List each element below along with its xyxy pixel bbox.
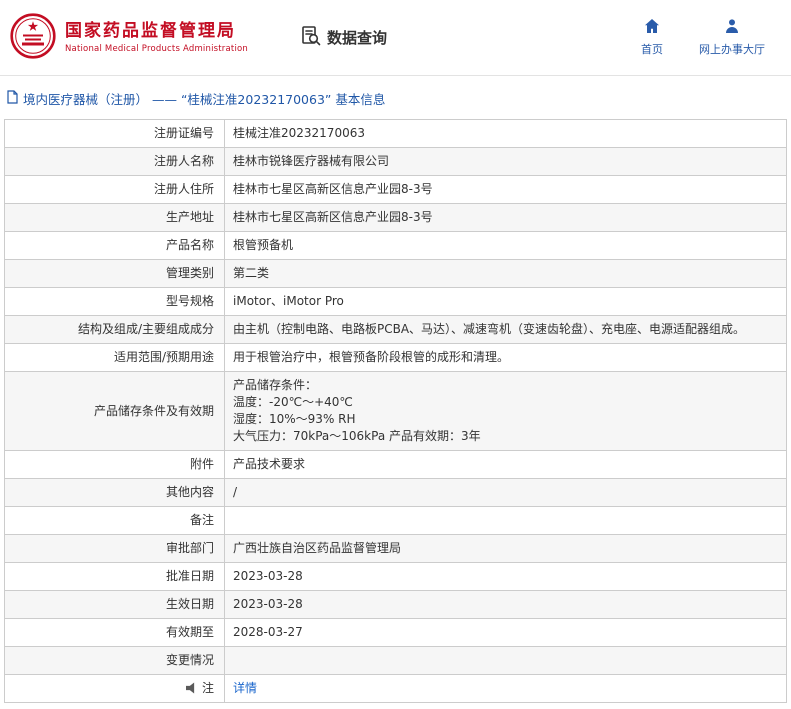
- table-row: 审批部门 广西壮族自治区药品监督管理局: [4, 534, 787, 563]
- row-value: 桂械注准20232170063: [224, 119, 787, 148]
- row-value: /: [224, 478, 787, 507]
- table-row: 其他内容 /: [4, 478, 787, 507]
- nav-service-hall-label: 网上办事大厅: [699, 43, 765, 56]
- row-label: 生产地址: [4, 203, 225, 232]
- row-label: 备注: [4, 506, 225, 535]
- row-label: 产品储存条件及有效期: [4, 371, 225, 451]
- row-value: 产品技术要求: [224, 450, 787, 479]
- row-label: 注: [4, 674, 225, 703]
- table-row: 附件 产品技术要求: [4, 450, 787, 479]
- row-value: 桂林市锐锋医疗器械有限公司: [224, 147, 787, 176]
- registration-info-table: 注册证编号 桂械注准20232170063 注册人名称 桂林市锐锋医疗器械有限公司 注册…: [4, 119, 787, 703]
- row-label: 有效期至: [4, 618, 225, 647]
- table-row: 适用范围/预期用途 用于根管治疗中，根管预备阶段根管的成形和清理。: [4, 343, 787, 372]
- row-label: 产品名称: [4, 231, 225, 260]
- table-row: 生产地址 桂林市七星区高新区信息产业园8-3号: [4, 203, 787, 232]
- header: 国家药品监督管理局 National Medical Products Admi…: [0, 0, 791, 76]
- row-value: [224, 506, 787, 535]
- home-icon: [644, 18, 660, 37]
- row-label: 其他内容: [4, 478, 225, 507]
- row-label: 注册人名称: [4, 147, 225, 176]
- row-value: 由主机（控制电路、电路板PCBA、马达）、减速弯机（变速齿轮盘）、充电座、电源适…: [224, 315, 787, 344]
- detail-link[interactable]: 详情: [233, 681, 257, 695]
- row-value: 广西壮族自治区药品监督管理局: [224, 534, 787, 563]
- row-label: 注册人住所: [4, 175, 225, 204]
- row-value: 桂林市七星区高新区信息产业园8-3号: [224, 203, 787, 232]
- row-value: 根管预备机: [224, 231, 787, 260]
- registration-info-section: 注册证编号 桂械注准20232170063 注册人名称 桂林市锐锋医疗器械有限公司 注册…: [0, 119, 791, 709]
- row-value: 用于根管治疗中，根管预备阶段根管的成形和清理。: [224, 343, 787, 372]
- table-row: 批准日期 2023-03-28: [4, 562, 787, 591]
- announcement-icon: [185, 682, 195, 694]
- info-table-body: 注册证编号 桂械注准20232170063 注册人名称 桂林市锐锋医疗器械有限公司 注册…: [4, 119, 787, 703]
- table-row: 生效日期 2023-03-28: [4, 590, 787, 619]
- breadcrumb: 境内医疗器械（注册） —— “桂械注准20232170063” 基本信息: [0, 76, 791, 119]
- row-label: 变更情况: [4, 646, 225, 675]
- agency-title-en: National Medical Products Administration: [65, 44, 248, 54]
- row-value: 2028-03-27: [224, 618, 787, 647]
- header-nav: 首页 网上办事大厅: [641, 18, 775, 57]
- nmpa-emblem-logo: [10, 13, 56, 62]
- data-query-label: 数据查询: [327, 29, 388, 47]
- nav-home-label: 首页: [641, 43, 663, 56]
- row-label: 注册证编号: [4, 119, 225, 148]
- nav-service-hall[interactable]: 网上办事大厅: [699, 18, 765, 57]
- row-label: 管理类别: [4, 259, 225, 288]
- table-row: 结构及组成/主要组成成分 由主机（控制电路、电路板PCBA、马达）、减速弯机（变速…: [4, 315, 787, 344]
- agency-title-cn: 国家药品监督管理局: [65, 21, 236, 41]
- breadcrumb-text: 境内医疗器械（注册） —— “桂械注准20232170063” 基本信息: [23, 92, 386, 107]
- row-value: iMotor、iMotor Pro: [224, 287, 787, 316]
- row-label: 结构及组成/主要组成成分: [4, 315, 225, 344]
- table-row: 注册人住所 桂林市七星区高新区信息产业园8-3号: [4, 175, 787, 204]
- nav-data-query[interactable]: 数据查询: [300, 25, 387, 51]
- table-row: 管理类别 第二类: [4, 259, 787, 288]
- data-query-icon: [300, 25, 322, 51]
- row-value: 2023-03-28: [224, 562, 787, 591]
- row-label: 审批部门: [4, 534, 225, 563]
- row-label: 附件: [4, 450, 225, 479]
- row-value: 详情: [224, 674, 787, 703]
- row-value: 第二类: [224, 259, 787, 288]
- table-row: 有效期至 2028-03-27: [4, 618, 787, 647]
- table-row: 注详情: [4, 674, 787, 703]
- table-row: 产品储存条件及有效期 产品储存条件： 温度：-20℃～+40℃ 湿度：10%～93…: [4, 371, 787, 451]
- table-row: 注册证编号 桂械注准20232170063: [4, 119, 787, 148]
- row-label: 适用范围/预期用途: [4, 343, 225, 372]
- document-icon: [6, 90, 19, 107]
- nav-home[interactable]: 首页: [641, 18, 663, 57]
- row-value: 桂林市七星区高新区信息产业园8-3号: [224, 175, 787, 204]
- row-value: 2023-03-28: [224, 590, 787, 619]
- row-value: [224, 646, 787, 675]
- table-row: 型号规格 iMotor、iMotor Pro: [4, 287, 787, 316]
- row-label: 批准日期: [4, 562, 225, 591]
- table-row: 变更情况: [4, 646, 787, 675]
- row-label: 生效日期: [4, 590, 225, 619]
- table-row: 备注: [4, 506, 787, 535]
- row-label: 型号规格: [4, 287, 225, 316]
- table-row: 产品名称 根管预备机: [4, 231, 787, 260]
- agency-title-block: 国家药品监督管理局 National Medical Products Admi…: [65, 21, 248, 54]
- row-value: 产品储存条件： 温度：-20℃～+40℃ 湿度：10%～93% RH 大气压力：…: [224, 371, 787, 451]
- table-row: 注册人名称 桂林市锐锋医疗器械有限公司: [4, 147, 787, 176]
- person-icon: [724, 18, 740, 37]
